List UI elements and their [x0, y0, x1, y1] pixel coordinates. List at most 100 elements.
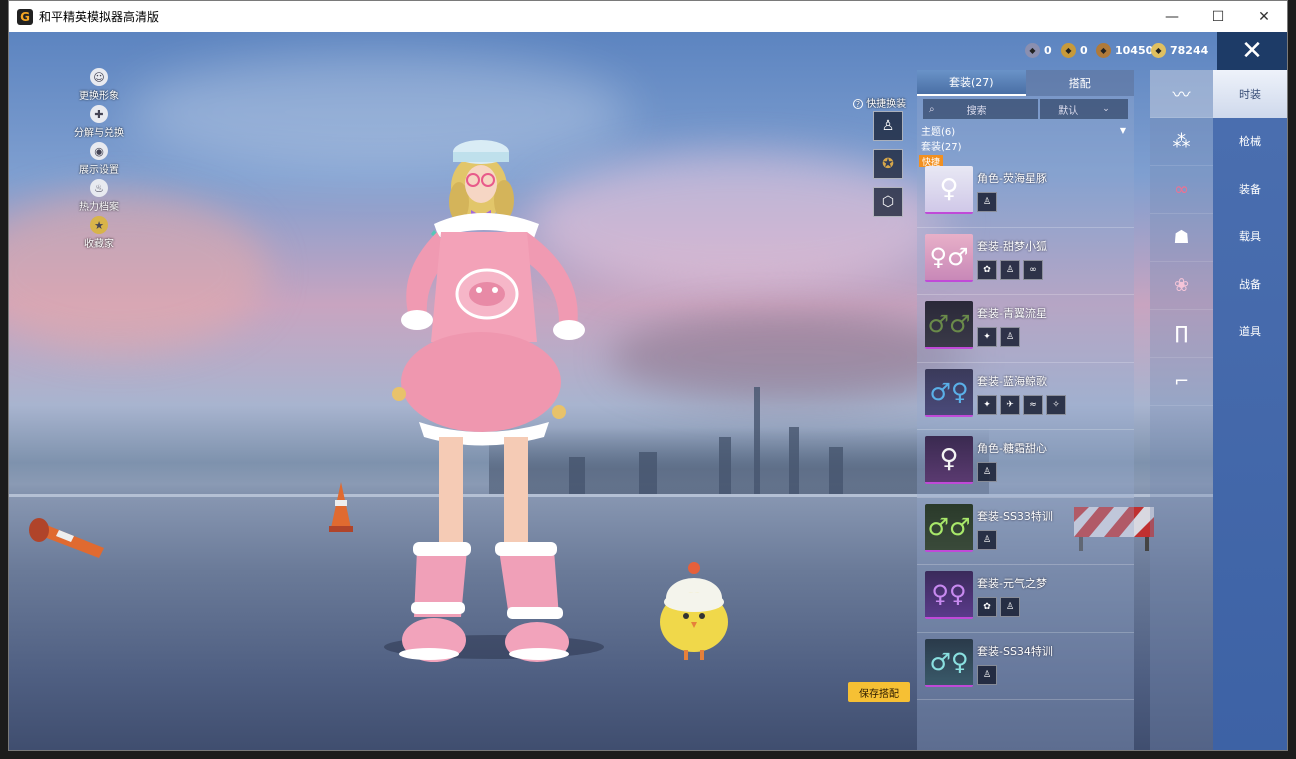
app-window: G 和平精英模拟器高清版 — ☐ ✕ ☺ 更换形象 ✚ 分解与兑换 ◉ 展示设置…	[8, 0, 1288, 751]
category-guns[interactable]: 枪械	[1213, 118, 1287, 166]
search-input[interactable]: ⌕ 搜索	[923, 99, 1038, 119]
outfit-thumbnail: ♀♂	[925, 233, 973, 282]
suit-section-header: 套装(27)	[921, 142, 962, 153]
maximize-button[interactable]: ☐	[1195, 1, 1241, 32]
sky-cloud	[609, 312, 969, 402]
outfit-thumbnail: ♂♂	[925, 503, 973, 552]
outfit-panel: 套装(27) 搭配 ⌕ 搜索 默认 ⌄ 主题(6) ▼ 套装(27) 快捷 ♀ …	[917, 70, 1134, 750]
category-battle-gear[interactable]: 战备	[1213, 260, 1287, 308]
chevron-down-icon: ⌄	[1102, 104, 1110, 114]
category-equipment[interactable]: 装备	[1213, 165, 1287, 213]
outfit-part-slot[interactable]: ✿	[977, 597, 997, 617]
outfit-thumbnail: ♂♂	[925, 301, 973, 349]
sub-category-icons: 〰 ⁂ ∞ ☗ ❀ ∏ ⌐	[1150, 70, 1213, 750]
gun-skin-icon[interactable]: ⁂	[1150, 118, 1213, 166]
quick-slot-badge[interactable]: ⬡	[873, 187, 903, 217]
fashion-icon[interactable]: 〰	[1150, 70, 1213, 118]
badge-icon: ⬡	[881, 194, 895, 210]
outfit-thumbnail: ♀	[925, 166, 973, 214]
list-item[interactable]: ♀♀ 套装-元气之梦 ✿ ♙	[917, 565, 1134, 633]
vehicle-icon[interactable]: ❀	[1150, 262, 1213, 310]
change-avatar-button[interactable]: ☺ 更换形象	[69, 68, 129, 105]
help-icon[interactable]: ?	[853, 99, 863, 109]
game-viewport: ☺ 更换形象 ✚ 分解与兑换 ◉ 展示设置 ♨ 热力档案 ★ 收藏家 ◆ 0 ◆…	[9, 32, 1287, 750]
quick-slot-character[interactable]: ♙	[873, 111, 903, 141]
outfit-thumbnail: ♀	[925, 436, 973, 484]
helmet-icon[interactable]: ☗	[1150, 214, 1213, 262]
outfit-thumbnail: ♂♀	[925, 368, 973, 417]
bronze-coin-icon: ◆	[1061, 42, 1076, 58]
outfit-part-slot[interactable]: ♙	[977, 529, 997, 550]
category-items[interactable]: 道具	[1213, 308, 1287, 356]
display-settings-button[interactable]: ◉ 展示设置	[69, 142, 129, 179]
app-logo-icon: G	[17, 8, 33, 25]
pants-icon[interactable]: ∏	[1150, 310, 1213, 358]
list-item[interactable]: ♀♂ 套装-甜梦小狐 ✿ ♙ ∞	[917, 228, 1134, 295]
silver-coin-icon: ◆	[1025, 42, 1040, 58]
equipment-icon[interactable]: ∞	[1150, 166, 1213, 214]
avatar-icon: ☺	[90, 68, 108, 86]
category-vehicles[interactable]: 载具	[1213, 213, 1287, 261]
outfit-part-slot[interactable]: ♙	[1000, 597, 1020, 617]
outfit-part-slot[interactable]: ✈	[1000, 394, 1020, 415]
outfit-part-slot[interactable]: ✦	[977, 327, 997, 347]
player-character-image	[384, 140, 604, 662]
outfit-part-slot[interactable]: ♙	[1000, 327, 1020, 347]
list-item[interactable]: ♂♀ 套装-SS34特训 ♙	[917, 633, 1134, 700]
gold-coin-icon: ◆	[1151, 42, 1166, 58]
outfit-part-slot[interactable]: ♙	[1000, 259, 1020, 280]
list-item[interactable]: ♀ 角色-糖霜甜心 ♙	[917, 430, 1134, 498]
left-menu: ☺ 更换形象 ✚ 分解与兑换 ◉ 展示设置 ♨ 热力档案 ★ 收藏家	[69, 68, 129, 253]
shoes-icon[interactable]: ⌐	[1150, 358, 1213, 406]
currency-silver: ◆ 0	[1025, 41, 1052, 59]
panel-tabs: 套装(27) 搭配	[917, 70, 1134, 96]
emblem-icon: ✪	[882, 156, 894, 172]
traffic-cone-image	[29, 518, 104, 558]
chevron-down-icon: ▼	[1119, 126, 1126, 135]
sort-dropdown[interactable]: 默认 ⌄	[1040, 99, 1128, 119]
outfit-part-slot[interactable]: ♙	[977, 192, 997, 212]
minimize-button[interactable]: —	[1149, 1, 1195, 32]
flame-icon: ♨	[90, 179, 108, 197]
tab-suits[interactable]: 套装(27)	[917, 70, 1026, 96]
chick-pet-image	[660, 562, 728, 660]
sky-cloud	[9, 192, 269, 352]
tab-match[interactable]: 搭配	[1025, 70, 1134, 96]
list-item[interactable]: 快捷 ♀ 角色-荧海星豚 ♙	[917, 155, 1134, 228]
collector-badge-icon: ★	[90, 216, 108, 234]
outfit-part-slot[interactable]: ✿	[977, 259, 997, 280]
save-outfit-button[interactable]: 保存搭配	[848, 682, 910, 702]
search-row: ⌕ 搜索 默认 ⌄	[923, 99, 1128, 119]
outfit-list: 快捷 ♀ 角色-荧海星豚 ♙ ♀♂ 套装-甜梦小狐 ✿ ♙ ∞ ♂♂ 套装-青翼…	[917, 155, 1134, 700]
outfit-thumbnail: ♀♀	[925, 571, 973, 619]
title-bar: G 和平精英模拟器高清版 — ☐ ✕	[9, 1, 1287, 32]
traffic-cone-image	[329, 482, 353, 532]
heat-archive-button[interactable]: ♨ 热力档案	[69, 179, 129, 216]
exit-button[interactable]: ✕	[1217, 32, 1287, 70]
close-window-button[interactable]: ✕	[1241, 1, 1287, 32]
outfit-part-slot[interactable]: ✧	[1046, 394, 1066, 415]
outfit-part-slot[interactable]: ♙	[977, 462, 997, 482]
window-title: 和平精英模拟器高清版	[39, 10, 160, 24]
decompose-exchange-button[interactable]: ✚ 分解与兑换	[69, 105, 129, 142]
list-item[interactable]: ♂♀ 套装-蓝海鲸歌 ✦ ✈ ≈ ✧	[917, 363, 1134, 430]
character-silhouette-icon: ♙	[881, 118, 895, 134]
list-item[interactable]: ♂♂ 套装-SS33特训 ♙	[917, 498, 1134, 565]
list-item[interactable]: ♂♂ 套装-青翼流星 ✦ ♙	[917, 295, 1134, 363]
collector-button[interactable]: ★ 收藏家	[69, 216, 129, 253]
category-sidebar: 时装 枪械 装备 载具 战备 道具	[1213, 70, 1287, 750]
coupon-coin-icon: ◆	[1096, 42, 1111, 58]
currency-gold: ◆ 78244	[1151, 41, 1208, 59]
quick-slot-emblem[interactable]: ✪	[873, 149, 903, 179]
outfit-part-slot[interactable]: ∞	[1023, 259, 1043, 280]
theme-section-header[interactable]: 主题(6) ▼	[917, 123, 1134, 138]
outfit-part-slot[interactable]: ✦	[977, 394, 997, 415]
outfit-part-slot[interactable]: ♙	[977, 664, 997, 685]
search-icon: ⌕	[929, 103, 935, 115]
eye-icon: ◉	[90, 142, 108, 160]
outfit-thumbnail: ♂♀	[925, 638, 973, 687]
puzzle-icon: ✚	[90, 105, 108, 123]
outfit-part-slot[interactable]: ≈	[1023, 394, 1043, 415]
quick-change-label: ? 快捷换装	[853, 95, 906, 110]
category-fashion[interactable]: 时装	[1213, 70, 1287, 118]
